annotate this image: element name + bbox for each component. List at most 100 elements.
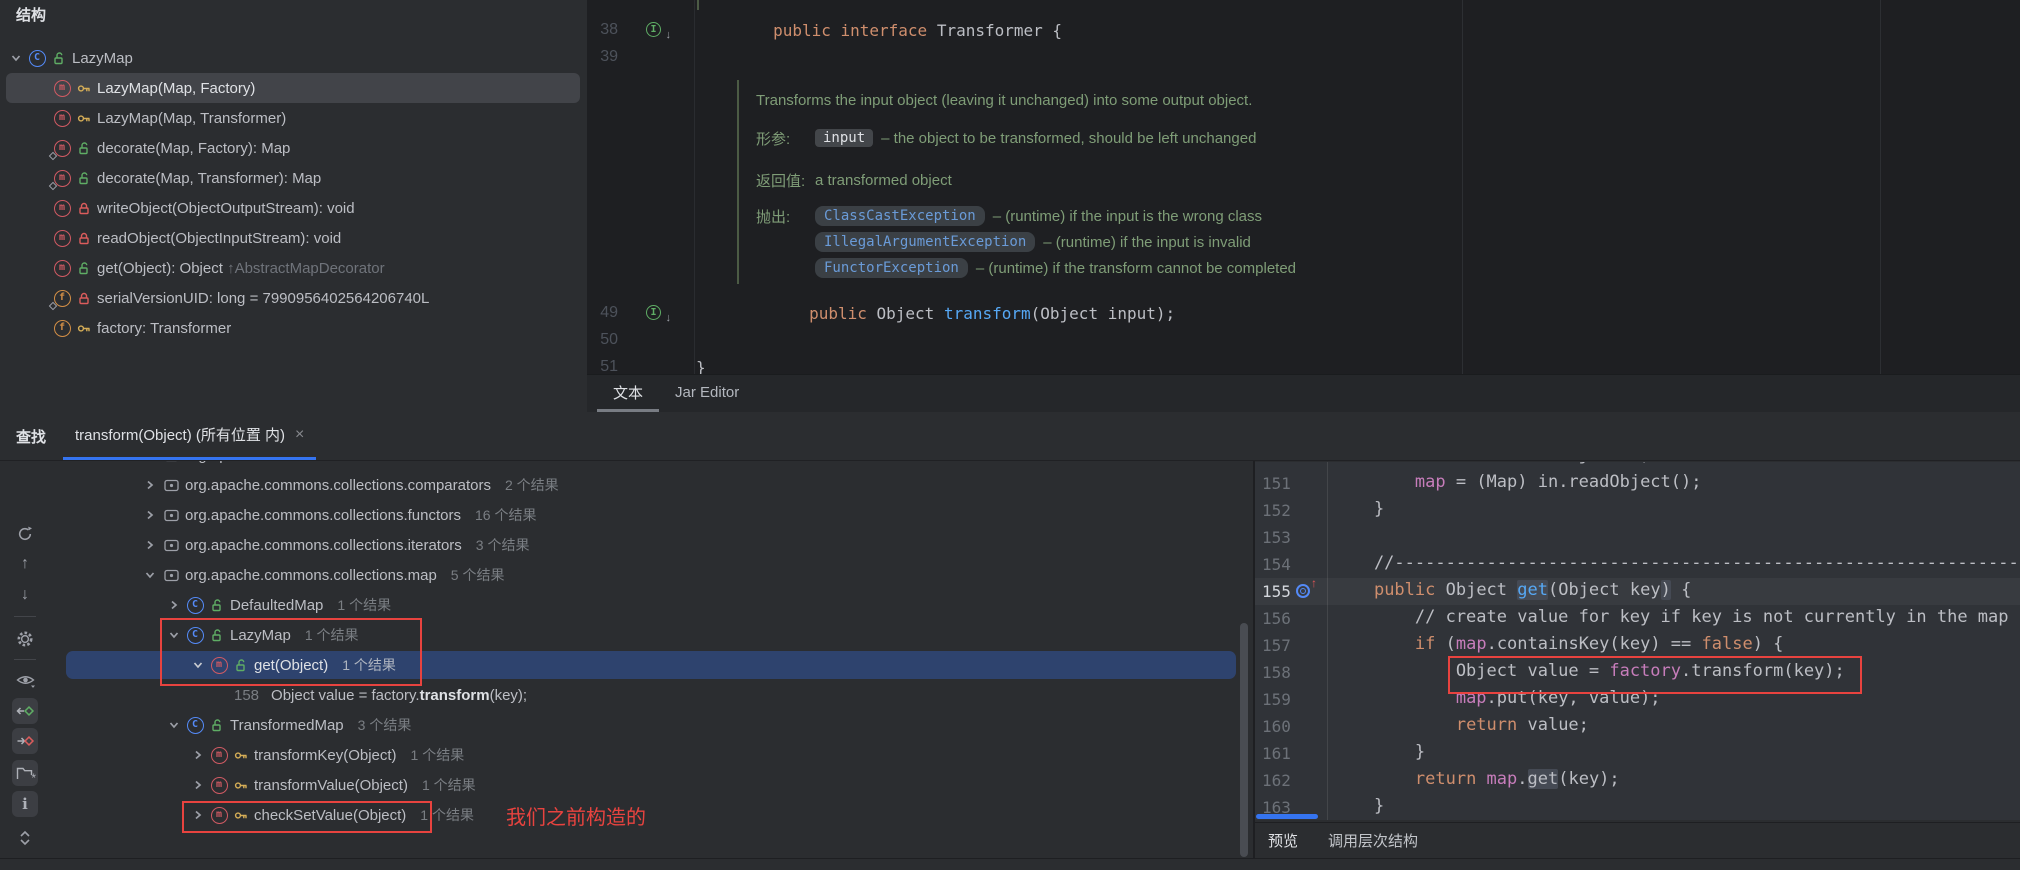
tree-row-label: TransformedMap [230,716,344,734]
code-line-current[interactable]: 155 ↑ public Object get(Object key) { [1255,576,2020,605]
private-lock-icon [76,231,91,246]
result-count: 1 个结果 [337,597,392,613]
public-lock-icon [209,718,224,733]
chevron-down-icon[interactable] [166,717,182,733]
code-line[interactable]: 39 [587,44,2020,70]
tree-row-package[interactable]: org.apache.commons.collections [62,460,1238,470]
tree-row-class[interactable]: C DefaultedMap 1 个结果 [62,590,1238,620]
interface-gutter-icon[interactable]: I ↓ [646,22,671,41]
tree-row-label: transformValue(Object) [254,776,408,794]
result-count: 3 个结果 [357,717,412,733]
code-line[interactable]: 50 [587,327,2020,353]
code-line[interactable]: 157 if (map.containsKey(key) == false) { [1255,632,2020,659]
structure-item-static-method[interactable]: m decorate(Map, Factory): Map [0,133,587,163]
param-desc: – the object to be transformed, should b… [881,129,1257,147]
down-arrow-icon[interactable]: ↓ [12,582,38,608]
code-line[interactable]: 151 map = (Map) in.readObject(); [1255,470,2020,497]
structure-item-static-field[interactable]: f serialVersionUID: long = 7990956402564… [0,283,587,313]
chevron-right-icon[interactable] [142,507,158,523]
info-icon[interactable]: i [12,791,38,817]
chevron-right-icon[interactable] [166,597,182,613]
public-lock-icon [76,141,91,156]
doc-throws-label: 抛出: [756,208,791,226]
exception-desc: – (runtime) if the transform cannot be c… [975,259,1297,277]
doc-throws-row: IllegalArgumentException – (runtime) if … [756,230,1251,254]
chevron-right-icon[interactable] [190,747,206,763]
overrides-gutter-icon[interactable]: ↑ [1296,576,1317,599]
tree-row-label: org.apache.commons.collections.iterators [185,536,462,554]
structure-item-method[interactable]: m readObject(ObjectInputStream): void [0,223,587,253]
result-count: 2 个结果 [504,477,559,493]
up-arrow-icon[interactable]: ↑ [12,551,38,577]
preview-eye-icon[interactable] [12,667,38,693]
code-line[interactable]: 38 I ↓ public interface Transformer { [587,17,2020,43]
horizontal-scrollbar[interactable] [1256,814,1318,819]
package-icon [162,506,180,524]
chevron-down-icon[interactable] [142,567,158,583]
preview-editor[interactable]: in.defaultReadObject(); 151 map = (Map) … [1255,462,2020,820]
structure-item-method[interactable]: m get(Object): Object ↑AbstractMapDecora… [0,253,587,283]
code-line[interactable]: 152 } [1255,497,2020,524]
structure-item-method[interactable]: m writeObject(ObjectOutputStream): void [0,193,587,223]
tree-row-class[interactable]: C TransformedMap 3 个结果 [62,710,1238,740]
code-line[interactable]: 163 } [1255,794,2020,820]
group-by-package-icon[interactable]: * [12,760,38,786]
structure-item-field[interactable]: f factory: Transformer [0,313,587,343]
code-line[interactable]: 161 } [1255,740,2020,767]
structure-item-method[interactable]: m LazyMap(Map, Factory) [0,73,587,103]
code-editor[interactable]: 38 I ↓ public interface Transformer { 39… [587,0,2020,412]
field-icon: f [53,319,71,337]
expand-collapse-icon[interactable] [12,825,38,851]
tree-row-package[interactable]: org.apache.commons.collections.comparato… [62,470,1238,500]
ide-window: 结构 C LazyMap m LazyMap(Map, Factory) m L… [0,0,2020,870]
tree-scrollbar[interactable] [1240,623,1248,857]
close-icon[interactable]: × [295,426,304,444]
tree-row-package[interactable]: org.apache.commons.collections.iterators… [62,530,1238,560]
tab-preview[interactable]: 预览 [1268,830,1298,851]
chevron-right-icon[interactable] [142,477,158,493]
code-line[interactable]: 153 [1255,524,2020,551]
autoscroll-to-source-icon[interactable] [12,728,38,754]
exception-desc: – (runtime) if the input is invalid [1043,233,1251,251]
class-icon: C [186,596,204,614]
static-method-icon: m [48,139,71,161]
structure-panel-title: 结构 [16,6,47,24]
tree-row-method[interactable]: m transformKey(Object) 1 个结果 [62,740,1238,770]
refresh-icon[interactable] [12,521,38,547]
tab-text[interactable]: 文本 [597,375,660,412]
code-line[interactable]: 162 return map.get(key); [1255,767,2020,794]
exception-chip[interactable]: FunctorException [815,258,968,278]
structure-panel: 结构 C LazyMap m LazyMap(Map, Factory) m L… [0,0,587,412]
jump-to-source-icon[interactable] [12,698,38,724]
structure-item-method[interactable]: m LazyMap(Map, Transformer) [0,103,587,133]
chevron-right-icon[interactable] [190,777,206,793]
tree-row-package[interactable]: org.apache.commons.collections.map 5 个结果 [62,560,1238,590]
settings-gear-icon[interactable] [12,626,38,652]
method-icon: m [53,199,71,217]
code-line[interactable]: 160 return value; [1255,713,2020,740]
preview-tab-bar: 预览 调用层次结构 [1255,822,2020,858]
tab-jar-editor[interactable]: Jar Editor [659,375,755,412]
chevron-down-icon[interactable] [8,50,24,66]
param-chip[interactable]: input [815,129,874,147]
code-line[interactable]: 156 // create value for key if key is no… [1255,605,2020,632]
result-count: 16 个结果 [474,507,537,523]
interface-gutter-icon[interactable]: I ↓ [646,305,671,324]
code-line[interactable]: 49 I ↓ public Object transform(Object in… [587,300,2020,326]
tab-call-hierarchy[interactable]: 调用层次结构 [1328,830,1418,851]
structure-item-class[interactable]: C LazyMap [0,43,587,73]
chevron-right-icon[interactable] [142,537,158,553]
structure-item-static-method[interactable]: m decorate(Map, Transformer): Map [0,163,587,193]
find-results-tab[interactable]: transform(Object) (所有位置 内) × [63,412,317,460]
private-lock-icon [76,201,91,216]
structure-item-label: decorate(Map, Transformer): Map [97,169,322,187]
intention-bulb-icon[interactable] [703,48,717,66]
static-field-icon: f [48,289,71,311]
bottom-strip [0,858,2020,870]
tree-row-method[interactable]: m transformValue(Object) 1 个结果 [62,770,1238,800]
exception-chip[interactable]: IllegalArgumentException [815,232,1036,252]
code-line[interactable]: 154 //----------------------------------… [1255,551,2020,578]
exception-chip[interactable]: ClassCastException [815,206,985,226]
code-line[interactable]: in.defaultReadObject(); [1255,462,2020,470]
tree-row-package[interactable]: org.apache.commons.collections.functors … [62,500,1238,530]
